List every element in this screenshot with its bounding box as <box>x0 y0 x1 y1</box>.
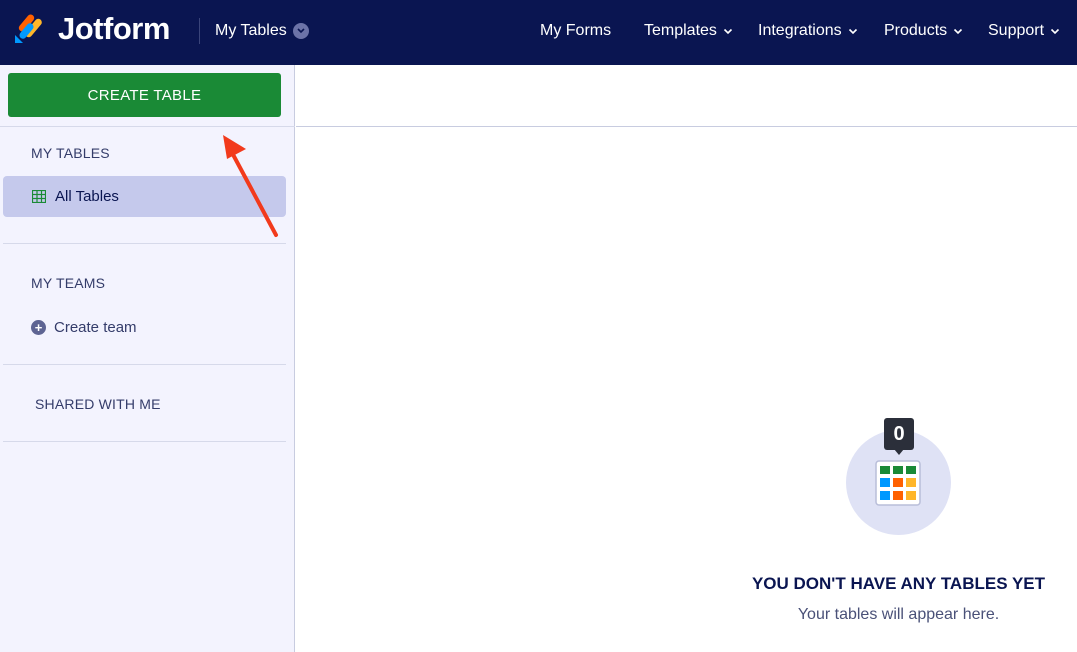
nav-templates[interactable]: Templates <box>644 20 733 42</box>
create-table-button[interactable]: CREATE TABLE <box>8 73 281 117</box>
table-count-badge: 0 <box>884 418 914 450</box>
nav-integrations[interactable]: Integrations <box>758 20 858 42</box>
main-toolbar <box>296 65 1077 127</box>
nav-my-forms-label: My Forms <box>540 22 612 39</box>
create-team-button[interactable]: + Create team <box>31 316 137 338</box>
nav-support[interactable]: Support <box>988 20 1060 42</box>
chevron-down-icon <box>723 28 732 34</box>
brand-name[interactable]: Jotform <box>58 11 170 47</box>
my-tables-dropdown-label: My Tables <box>215 22 287 39</box>
nav-products[interactable]: Products <box>884 20 963 42</box>
shared-with-me-section[interactable]: SHARED WITH ME <box>35 396 161 412</box>
spreadsheet-icon <box>875 460 921 506</box>
my-teams-section-title: MY TEAMS <box>31 275 106 291</box>
plus-circle-icon: + <box>31 319 46 335</box>
empty-state-subtitle: Your tables will appear here. <box>797 606 1000 623</box>
create-team-label: Create team <box>54 318 137 336</box>
annotation-arrow-icon <box>223 135 278 237</box>
nav-templates-label: Templates <box>644 22 717 39</box>
chevron-down-icon <box>848 28 857 34</box>
nav-integrations-label: Integrations <box>758 22 842 39</box>
empty-state-title: YOU DON'T HAVE ANY TABLES YET <box>751 574 1046 593</box>
my-tables-dropdown[interactable]: My Tables <box>215 20 309 42</box>
jotform-logo-icon[interactable] <box>14 12 44 44</box>
top-navbar: Jotform My Tables My Forms Templates Int… <box>0 0 1077 65</box>
nav-my-forms[interactable]: My Forms <box>540 20 611 42</box>
sidebar-item-all-tables-label: All Tables <box>55 188 119 205</box>
sidebar-divider <box>3 441 286 442</box>
table-grid-icon <box>32 190 46 203</box>
badge-pointer <box>894 449 904 455</box>
chevron-down-icon <box>292 23 309 39</box>
my-tables-section-title: MY TABLES <box>31 145 110 161</box>
header-divider <box>199 18 200 44</box>
sidebar-divider <box>3 364 286 365</box>
chevron-down-icon <box>1050 28 1060 34</box>
chevron-down-icon <box>954 28 963 34</box>
nav-products-label: Products <box>884 22 948 39</box>
nav-support-label: Support <box>988 22 1045 39</box>
